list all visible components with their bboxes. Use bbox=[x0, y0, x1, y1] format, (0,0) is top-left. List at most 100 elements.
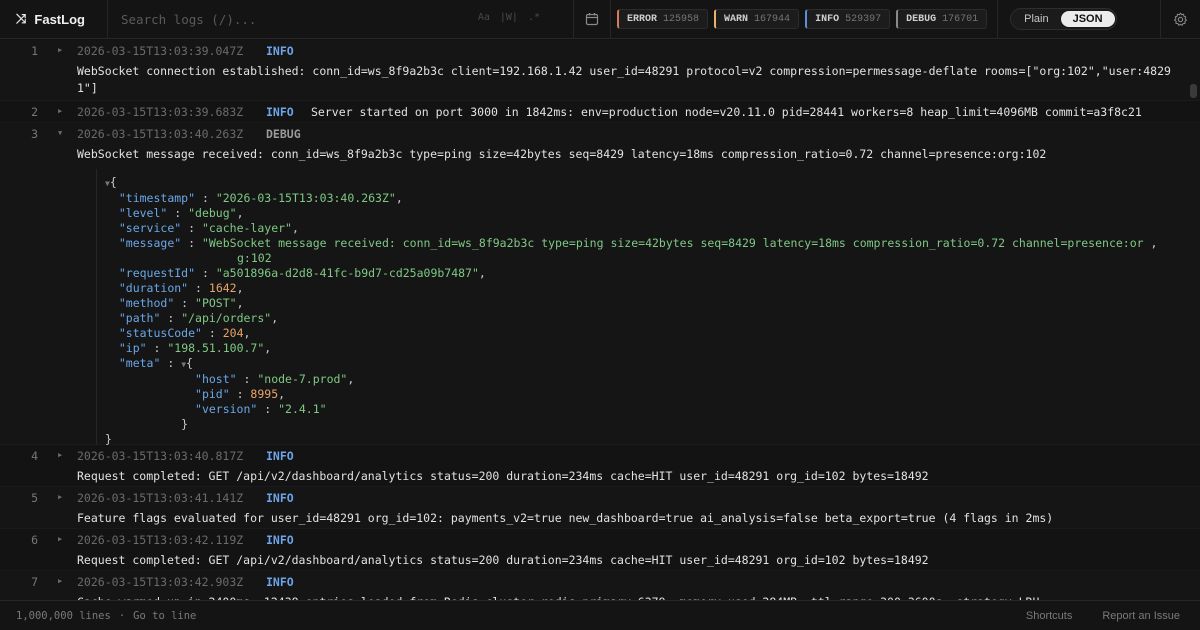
log-entry-header: 7 ▶ 2026-03-15T13:03:42.903Z INFO bbox=[0, 571, 1200, 592]
log-entry-header: 1 ▶ 2026-03-15T13:03:39.047Z INFO bbox=[0, 40, 1200, 61]
timestamp: 2026-03-15T13:03:41.141Z bbox=[77, 491, 244, 505]
log-message: Server started on port 3000 in 1842ms: e… bbox=[311, 105, 1142, 119]
log-entry-header: 3 ▼ 2026-03-15T13:03:40.263Z DEBUG bbox=[0, 123, 1200, 144]
expand-caret-icon[interactable]: ▶ bbox=[58, 46, 62, 54]
log-entry[interactable]: 5 ▶ 2026-03-15T13:03:41.141Z INFO Featur… bbox=[0, 487, 1200, 529]
log-entry[interactable]: 1 ▶ 2026-03-15T13:03:39.047Z INFO WebSoc… bbox=[0, 40, 1200, 101]
log-message: Feature flags evaluated for user_id=4829… bbox=[77, 511, 1054, 525]
log-entry[interactable]: 6 ▶ 2026-03-15T13:03:42.119Z INFO Reques… bbox=[0, 529, 1200, 571]
filter-label: WARN bbox=[724, 13, 749, 25]
brand-name: FastLog bbox=[34, 11, 85, 27]
json-value: "WebSocket message received: conn_id=ws_… bbox=[201, 236, 1144, 250]
log-entry[interactable]: 4 ▶ 2026-03-15T13:03:40.817Z INFO Reques… bbox=[0, 445, 1200, 487]
log-entry-header: 4 ▶ 2026-03-15T13:03:40.817Z INFO bbox=[0, 445, 1200, 466]
log-message: WebSocket message received: conn_id=ws_8… bbox=[77, 147, 1047, 161]
separator: · bbox=[118, 609, 126, 622]
log-entry[interactable]: 2 ▶ 2026-03-15T13:03:39.683Z INFO Server… bbox=[0, 101, 1200, 123]
line-number: 5 bbox=[31, 491, 38, 505]
plain-view-option[interactable]: Plain bbox=[1012, 11, 1060, 27]
settings-button[interactable] bbox=[1160, 0, 1200, 39]
line-count: 1,000,000 lines bbox=[16, 609, 111, 622]
search-box: Aa |W| .* bbox=[108, 0, 568, 38]
scrollbar-thumb[interactable] bbox=[1190, 84, 1197, 98]
branch-arrows-icon: ⤨ bbox=[16, 11, 27, 27]
filter-count: 167944 bbox=[754, 13, 791, 25]
shortcuts-link[interactable]: Shortcuts bbox=[1026, 610, 1072, 622]
level-badge: INFO bbox=[266, 449, 294, 463]
log-entry-expanded[interactable]: 3 ▼ 2026-03-15T13:03:40.263Z DEBUG WebSo… bbox=[0, 123, 1200, 455]
json-view-option[interactable]: JSON bbox=[1060, 11, 1115, 27]
json-value: "a501896a-d2d8-41fc-b9d7-cd25a09b7487" bbox=[215, 266, 479, 280]
timestamp: 2026-03-15T13:03:39.047Z bbox=[77, 44, 244, 58]
json-value: "node-7.prod" bbox=[257, 372, 348, 386]
filter-debug[interactable]: DEBUG 176701 bbox=[896, 9, 988, 29]
level-filters: ERROR 125958 WARN 167944 INFO 529397 DEB… bbox=[611, 0, 999, 38]
log-message: Request completed: GET /api/v2/dashboard… bbox=[77, 553, 929, 567]
json-value: "2026-03-15T13:03:40.263Z" bbox=[215, 191, 396, 205]
timestamp: 2026-03-15T13:03:42.903Z bbox=[77, 575, 244, 589]
level-badge: INFO bbox=[266, 491, 294, 505]
timestamp: 2026-03-15T13:03:39.683Z bbox=[77, 105, 244, 119]
go-to-line-button[interactable]: Go to line bbox=[133, 610, 196, 622]
json-value: 1642 bbox=[208, 281, 237, 295]
json-value: 8995 bbox=[250, 387, 279, 401]
json-value: "debug" bbox=[188, 206, 237, 220]
search-input[interactable] bbox=[121, 11, 481, 27]
gear-icon bbox=[1174, 12, 1187, 26]
calendar-button[interactable] bbox=[573, 0, 611, 38]
calendar-icon bbox=[585, 13, 599, 26]
json-value: "2.4.1" bbox=[278, 402, 327, 416]
filter-warn[interactable]: WARN 167944 bbox=[714, 9, 800, 29]
top-bar: ⤨ FastLog Aa |W| .* ERROR 125958 WARN 16… bbox=[0, 0, 1200, 39]
expand-caret-icon[interactable]: ▶ bbox=[58, 577, 62, 585]
json-tree: ▼{ "timestamp" : "2026-03-15T13:03:40.26… bbox=[96, 169, 1192, 455]
log-entry-header: 6 ▶ 2026-03-15T13:03:42.119Z INFO bbox=[0, 529, 1200, 550]
filter-label: ERROR bbox=[627, 13, 658, 25]
view-toggle: Plain JSON bbox=[1010, 8, 1117, 30]
filter-label: INFO bbox=[815, 13, 840, 25]
filter-error[interactable]: ERROR 125958 bbox=[617, 9, 709, 29]
log-entry-header: 2 ▶ 2026-03-15T13:03:39.683Z INFO Server… bbox=[0, 101, 1200, 122]
filter-count: 529397 bbox=[845, 13, 882, 25]
report-issue-link[interactable]: Report an Issue bbox=[1102, 610, 1180, 622]
brand: ⤨ FastLog bbox=[0, 0, 108, 38]
level-badge: INFO bbox=[266, 575, 294, 589]
expand-caret-icon[interactable]: ▶ bbox=[58, 451, 62, 459]
match-case-toggle[interactable]: Aa bbox=[478, 12, 490, 23]
filter-info[interactable]: INFO 529397 bbox=[805, 9, 891, 29]
log-message: WebSocket connection established: conn_i… bbox=[77, 64, 1171, 95]
status-bar: 1,000,000 lines · Go to line Shortcuts R… bbox=[0, 600, 1200, 630]
log-message: Request completed: GET /api/v2/dashboard… bbox=[77, 469, 929, 483]
line-number: 7 bbox=[31, 575, 38, 589]
search-modifiers: Aa |W| .* bbox=[478, 12, 540, 23]
collapse-caret-icon[interactable]: ▼ bbox=[58, 129, 62, 137]
level-badge: INFO bbox=[266, 105, 294, 119]
line-number: 4 bbox=[31, 449, 38, 463]
timestamp: 2026-03-15T13:03:40.263Z bbox=[77, 127, 244, 141]
json-value: "POST" bbox=[195, 296, 237, 310]
log-entry-header: 5 ▶ 2026-03-15T13:03:41.141Z INFO bbox=[0, 487, 1200, 508]
expand-caret-icon[interactable]: ▶ bbox=[58, 493, 62, 501]
line-number: 1 bbox=[31, 44, 38, 58]
level-badge: DEBUG bbox=[266, 127, 301, 141]
filter-count: 125958 bbox=[663, 13, 700, 25]
filter-label: DEBUG bbox=[906, 13, 937, 25]
line-number: 2 bbox=[31, 105, 38, 119]
whole-word-toggle[interactable]: |W| bbox=[500, 12, 518, 23]
json-value: "198.51.100.7" bbox=[167, 341, 265, 355]
line-number: 6 bbox=[31, 533, 38, 547]
json-value: "cache-layer" bbox=[201, 221, 292, 235]
log-entry[interactable]: 7 ▶ 2026-03-15T13:03:42.903Z INFO Cache … bbox=[0, 571, 1200, 600]
timestamp: 2026-03-15T13:03:40.817Z bbox=[77, 449, 244, 463]
log-message: Cache warmed up in 2400ms: 12438 entries… bbox=[0, 592, 1190, 600]
expand-caret-icon[interactable]: ▶ bbox=[58, 535, 62, 543]
log-list: 1 ▶ 2026-03-15T13:03:39.047Z INFO WebSoc… bbox=[0, 40, 1200, 600]
expand-caret-icon[interactable]: ▶ bbox=[58, 107, 62, 115]
line-number: 3 bbox=[31, 127, 38, 141]
timestamp: 2026-03-15T13:03:42.119Z bbox=[77, 533, 244, 547]
filter-count: 176701 bbox=[942, 13, 979, 25]
regex-toggle[interactable]: .* bbox=[528, 12, 540, 23]
level-badge: INFO bbox=[266, 533, 294, 547]
json-value: 204 bbox=[222, 326, 244, 340]
json-value: "/api/orders" bbox=[181, 311, 272, 325]
